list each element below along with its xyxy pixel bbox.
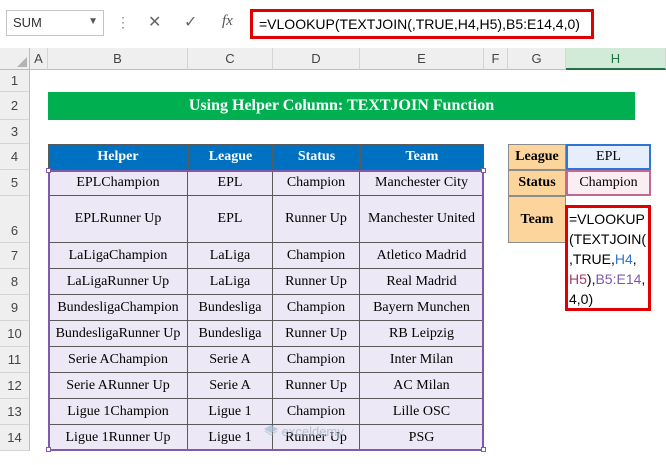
- column-header-h[interactable]: H: [566, 48, 666, 70]
- table-cell[interactable]: Real Madrid: [360, 269, 484, 295]
- table-cell[interactable]: LaLigaRunner Up: [48, 269, 188, 295]
- table-cell[interactable]: Bundesliga: [188, 295, 273, 321]
- team-formula-cell[interactable]: =VLOOKUP (TEXTJOIN( ,TRUE,H4, H5),B5:E14…: [565, 205, 651, 311]
- table-cell[interactable]: LaLiga: [188, 243, 273, 269]
- table-cell[interactable]: LaLiga: [188, 269, 273, 295]
- table-cell[interactable]: Atletico Madrid: [360, 243, 484, 269]
- table-cell[interactable]: Manchester United: [360, 196, 484, 243]
- table-cell[interactable]: Ligue 1: [188, 399, 273, 425]
- watermark-icon: [264, 425, 278, 436]
- table-cell[interactable]: BundesligaRunner Up: [48, 321, 188, 347]
- more-options-icon[interactable]: ⋮: [116, 14, 130, 31]
- watermark-logo: exceldemy: [264, 424, 344, 439]
- ref-range: B5:E14: [595, 271, 642, 287]
- table-cell[interactable]: EPLChampion: [48, 170, 188, 196]
- column-header-b[interactable]: B: [48, 48, 188, 70]
- row-header-4[interactable]: 4: [0, 144, 30, 170]
- table-cell[interactable]: AC Milan: [360, 373, 484, 399]
- row-header-14[interactable]: 14: [0, 425, 30, 451]
- cancel-icon[interactable]: ✕: [148, 12, 161, 32]
- table-cell[interactable]: Champion: [273, 295, 360, 321]
- table-cell[interactable]: Serie A: [188, 347, 273, 373]
- name-box[interactable]: SUM ▼: [6, 10, 104, 36]
- column-header-d[interactable]: D: [273, 48, 360, 70]
- header-team[interactable]: Team: [360, 144, 484, 170]
- header-helper[interactable]: Helper: [48, 144, 188, 170]
- formula-text: ,: [641, 271, 646, 287]
- row-header-1[interactable]: 1: [0, 70, 30, 92]
- league-label[interactable]: League: [508, 144, 566, 170]
- table-cell[interactable]: Runner Up: [273, 196, 360, 243]
- column-header-f[interactable]: F: [484, 48, 508, 70]
- table-cell[interactable]: Manchester City: [360, 170, 484, 196]
- insert-function-icon[interactable]: fx: [222, 13, 233, 30]
- range-handle[interactable]: [481, 447, 486, 452]
- status-label[interactable]: Status: [508, 170, 566, 196]
- ref-h5: H5: [569, 271, 587, 287]
- table-cell[interactable]: PSG: [360, 425, 484, 451]
- table-cell[interactable]: Serie AChampion: [48, 347, 188, 373]
- table-cell[interactable]: EPL: [188, 170, 273, 196]
- select-all-button[interactable]: [0, 48, 30, 70]
- formula-text: 4,0): [569, 291, 594, 307]
- formula-text: =VLOOKUP: [569, 211, 645, 227]
- column-header-e[interactable]: E: [360, 48, 484, 70]
- formula-input[interactable]: =VLOOKUP(TEXTJOIN(,TRUE,H4,H5),B5:E14,4,…: [250, 9, 594, 39]
- range-handle[interactable]: [46, 168, 51, 173]
- column-header-c[interactable]: C: [188, 48, 273, 70]
- row-header-2[interactable]: 2: [0, 92, 30, 120]
- table-cell[interactable]: Lille OSC: [360, 399, 484, 425]
- watermark-text: exceldemy: [281, 424, 344, 439]
- formula-bar-area: SUM ▼ ⋮ ✕ ✓ fx =VLOOKUP(TEXTJOIN(,TRUE,H…: [0, 0, 666, 49]
- table-cell[interactable]: Champion: [273, 243, 360, 269]
- name-box-value: SUM: [13, 15, 42, 30]
- table-cell[interactable]: Champion: [273, 170, 360, 196]
- range-handle[interactable]: [46, 447, 51, 452]
- table-cell[interactable]: Ligue 1Champion: [48, 399, 188, 425]
- table-cell[interactable]: Inter Milan: [360, 347, 484, 373]
- table-cell[interactable]: Champion: [273, 347, 360, 373]
- row-header-13[interactable]: 13: [0, 399, 30, 425]
- table-cell[interactable]: Serie A: [188, 373, 273, 399]
- row-header-12[interactable]: 12: [0, 373, 30, 399]
- table-cell[interactable]: EPL: [188, 196, 273, 243]
- row-header-8[interactable]: 8: [0, 269, 30, 295]
- header-status[interactable]: Status: [273, 144, 360, 170]
- table-cell[interactable]: Ligue 1Runner Up: [48, 425, 188, 451]
- row-header-7[interactable]: 7: [0, 243, 30, 269]
- row-header-10[interactable]: 10: [0, 321, 30, 347]
- row-header-3[interactable]: 3: [0, 120, 30, 144]
- range-handle[interactable]: [481, 168, 486, 173]
- table-cell[interactable]: Runner Up: [273, 373, 360, 399]
- table-cell[interactable]: Bayern Munchen: [360, 295, 484, 321]
- enter-icon[interactable]: ✓: [184, 12, 197, 32]
- table-cell[interactable]: Bundesliga: [188, 321, 273, 347]
- sheet-title[interactable]: Using Helper Column: TEXTJOIN Function: [48, 92, 635, 120]
- header-league[interactable]: League: [188, 144, 273, 170]
- row-header-9[interactable]: 9: [0, 295, 30, 321]
- table-cell[interactable]: Serie ARunner Up: [48, 373, 188, 399]
- league-value[interactable]: EPL: [566, 144, 651, 170]
- column-header-a[interactable]: A: [30, 48, 48, 70]
- row-header-5[interactable]: 5: [0, 170, 30, 196]
- table-cell[interactable]: BundesligaChampion: [48, 295, 188, 321]
- table-cell[interactable]: Champion: [273, 399, 360, 425]
- table-cell[interactable]: Ligue 1: [188, 425, 273, 451]
- column-header-g[interactable]: G: [508, 48, 566, 70]
- team-label[interactable]: Team: [508, 196, 566, 243]
- status-value[interactable]: Champion: [566, 170, 651, 196]
- row-header-6[interactable]: 6: [0, 196, 30, 243]
- formula-text: (TEXTJOIN(: [569, 231, 646, 247]
- table-cell[interactable]: Runner Up: [273, 321, 360, 347]
- ref-h4: H4: [614, 251, 633, 267]
- table-cell[interactable]: RB Leipzig: [360, 321, 484, 347]
- chevron-down-icon[interactable]: ▼: [88, 16, 98, 27]
- table-cell[interactable]: EPLRunner Up: [48, 196, 188, 243]
- formula-text: ,: [632, 251, 637, 267]
- row-header-11[interactable]: 11: [0, 347, 30, 373]
- table-cell[interactable]: LaLigaChampion: [48, 243, 188, 269]
- table-cell[interactable]: Runner Up: [273, 269, 360, 295]
- formula-text: ,TRUE,: [569, 251, 615, 267]
